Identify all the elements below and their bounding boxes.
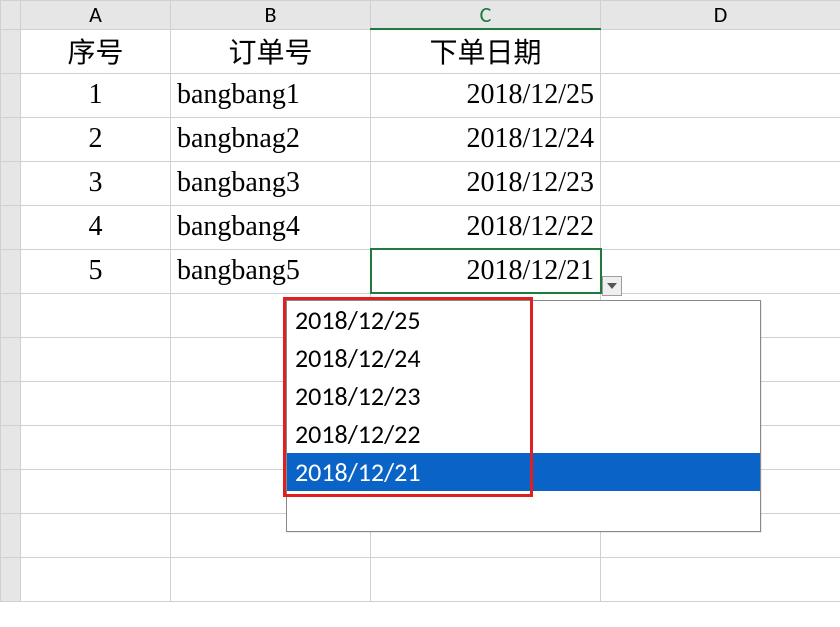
cell[interactable]: bangbang5 (171, 249, 371, 293)
dropdown-option[interactable]: 2018/12/24 (287, 339, 760, 377)
cell[interactable] (21, 337, 171, 381)
cell[interactable] (21, 557, 171, 601)
active-cell[interactable]: 2018/12/21 (371, 249, 601, 293)
row-header[interactable] (1, 205, 21, 249)
cell[interactable]: 1 (21, 73, 171, 117)
cell[interactable] (21, 425, 171, 469)
row-header[interactable] (1, 73, 21, 117)
row-header[interactable] (1, 161, 21, 205)
row-header[interactable] (1, 337, 21, 381)
row-header[interactable] (1, 249, 21, 293)
select-all-corner[interactable] (1, 1, 21, 30)
row-header[interactable] (1, 381, 21, 425)
chevron-down-icon (607, 283, 617, 289)
col-header-D[interactable]: D (601, 1, 840, 30)
dropdown-option[interactable]: 2018/12/25 (287, 301, 760, 339)
cell[interactable]: 2018/12/22 (371, 205, 601, 249)
cell[interactable] (601, 557, 840, 601)
cell[interactable] (601, 29, 840, 73)
cell[interactable]: 2018/12/25 (371, 73, 601, 117)
data-validation-dropdown-button[interactable] (602, 276, 622, 296)
cell[interactable]: 下单日期 (371, 29, 601, 73)
cell[interactable]: bangbang3 (171, 161, 371, 205)
cell[interactable]: bangbang4 (171, 205, 371, 249)
cell[interactable]: 订单号 (171, 29, 371, 73)
cell[interactable] (601, 161, 840, 205)
cell[interactable]: bangbnag2 (171, 117, 371, 161)
cell[interactable] (601, 73, 840, 117)
cell[interactable]: 4 (21, 205, 171, 249)
dropdown-option[interactable]: 2018/12/23 (287, 377, 760, 415)
data-validation-dropdown-list[interactable]: 2018/12/25 2018/12/24 2018/12/23 2018/12… (286, 300, 761, 532)
row-header[interactable] (1, 557, 21, 601)
row-header[interactable] (1, 293, 21, 337)
cell[interactable]: 2018/12/23 (371, 161, 601, 205)
cell[interactable] (601, 205, 840, 249)
cell[interactable]: bangbang1 (171, 73, 371, 117)
row-header[interactable] (1, 29, 21, 73)
row-header[interactable] (1, 117, 21, 161)
row-header[interactable] (1, 469, 21, 513)
row-header[interactable] (1, 425, 21, 469)
col-header-B[interactable]: B (171, 1, 371, 30)
cell[interactable] (21, 513, 171, 557)
cell[interactable] (171, 557, 371, 601)
row-header[interactable] (1, 513, 21, 557)
cell[interactable] (371, 557, 601, 601)
cell[interactable] (601, 117, 840, 161)
cell[interactable]: 序号 (21, 29, 171, 73)
cell[interactable]: 2 (21, 117, 171, 161)
cell[interactable] (21, 381, 171, 425)
cell[interactable] (21, 293, 171, 337)
col-header-A[interactable]: A (21, 1, 171, 30)
col-header-C[interactable]: C (371, 1, 601, 30)
cell[interactable] (21, 469, 171, 513)
dropdown-option-selected[interactable]: 2018/12/21 (287, 453, 760, 491)
cell[interactable] (601, 249, 840, 293)
dropdown-option[interactable]: 2018/12/22 (287, 415, 760, 453)
cell[interactable]: 3 (21, 161, 171, 205)
cell[interactable]: 5 (21, 249, 171, 293)
cell[interactable]: 2018/12/24 (371, 117, 601, 161)
